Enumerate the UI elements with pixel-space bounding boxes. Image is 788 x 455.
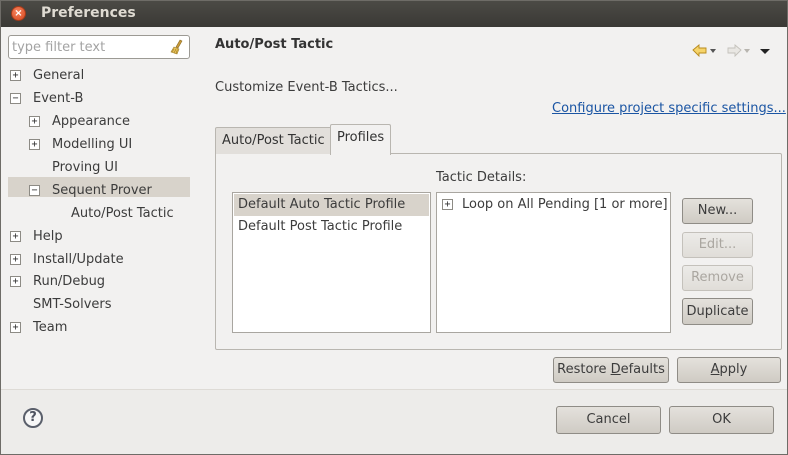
expand-toggle-icon[interactable]: + (29, 116, 40, 127)
forward-arrow-icon[interactable] (727, 44, 750, 58)
tree-item-label: Auto/Post Tactic (71, 206, 174, 221)
tree-item-label: Sequent Prover (52, 183, 152, 198)
new-button[interactable]: New... (682, 198, 753, 224)
tactic-detail-item[interactable]: Loop on All Pending [1 or more] (462, 194, 668, 216)
tree-item-label: Proving UI (52, 160, 118, 175)
button-label: efaults (620, 362, 665, 377)
navigation-toolbar (692, 44, 770, 58)
tree-item-label: Appearance (52, 114, 131, 129)
expand-toggle-icon[interactable]: + (10, 231, 21, 242)
expand-toggle-icon[interactable]: + (442, 199, 453, 210)
tab-auto-post-tactic[interactable]: Auto/Post Tactic (215, 127, 332, 154)
expand-toggle-icon[interactable]: + (10, 254, 21, 265)
ok-button[interactable]: OK (669, 406, 774, 434)
filter-field[interactable] (8, 35, 190, 59)
tree-item-label: Help (33, 229, 63, 244)
tree-item-label: Run/Debug (33, 274, 106, 289)
broom-clear-icon[interactable] (169, 39, 185, 55)
tab-profiles[interactable]: Profiles (330, 124, 392, 155)
profile-list[interactable]: Default Auto Tactic Profile Default Post… (232, 192, 431, 333)
close-icon[interactable]: × (11, 6, 26, 21)
mnemonic-letter: D (610, 362, 621, 377)
tree-item-label: General (33, 68, 85, 83)
remove-button[interactable]: Remove (682, 265, 753, 291)
cancel-button[interactable]: Cancel (556, 406, 661, 434)
list-item[interactable]: Default Post Tactic Profile (234, 216, 429, 238)
button-label: Restore (557, 362, 611, 377)
tree-item-label: Event-B (33, 91, 84, 106)
back-arrow-icon[interactable] (692, 44, 716, 58)
edit-button[interactable]: Edit... (682, 232, 753, 258)
preferences-window: × Preferences + General − Event-B + Appe… (0, 0, 788, 455)
title-bar[interactable]: × Preferences (0, 0, 788, 27)
tactic-details-label: Tactic Details: (436, 170, 527, 185)
apply-button[interactable]: Apply (677, 357, 781, 383)
project-specific-settings-link[interactable]: Configure project specific settings... (552, 101, 786, 116)
collapse-toggle-icon[interactable]: − (29, 185, 40, 196)
tree-item-label: SMT-Solvers (33, 297, 112, 312)
tree-item-label: Modelling UI (52, 137, 133, 152)
help-icon[interactable]: ? (23, 408, 43, 428)
expand-toggle-icon[interactable]: + (10, 70, 21, 81)
collapse-toggle-icon[interactable]: − (10, 93, 21, 104)
mnemonic-letter: A (710, 362, 720, 377)
window-title: Preferences (41, 5, 136, 21)
tree-item-label: Install/Update (33, 252, 124, 267)
view-menu-icon[interactable] (760, 49, 770, 54)
list-item[interactable]: Default Auto Tactic Profile (234, 194, 429, 216)
page-title: Auto/Post Tactic (215, 37, 334, 52)
page-description: Customize Event-B Tactics... (215, 80, 398, 95)
expand-toggle-icon[interactable]: + (10, 322, 21, 333)
duplicate-button[interactable]: Duplicate (682, 298, 753, 325)
tree-item-label: Team (33, 320, 68, 335)
tactic-details-tree[interactable]: + Loop on All Pending [1 or more] (436, 192, 671, 333)
filter-input[interactable] (12, 38, 162, 56)
button-label: pply (719, 362, 748, 377)
restore-defaults-button[interactable]: Restore Defaults (553, 357, 669, 383)
expand-toggle-icon[interactable]: + (29, 139, 40, 150)
expand-toggle-icon[interactable]: + (10, 276, 21, 287)
